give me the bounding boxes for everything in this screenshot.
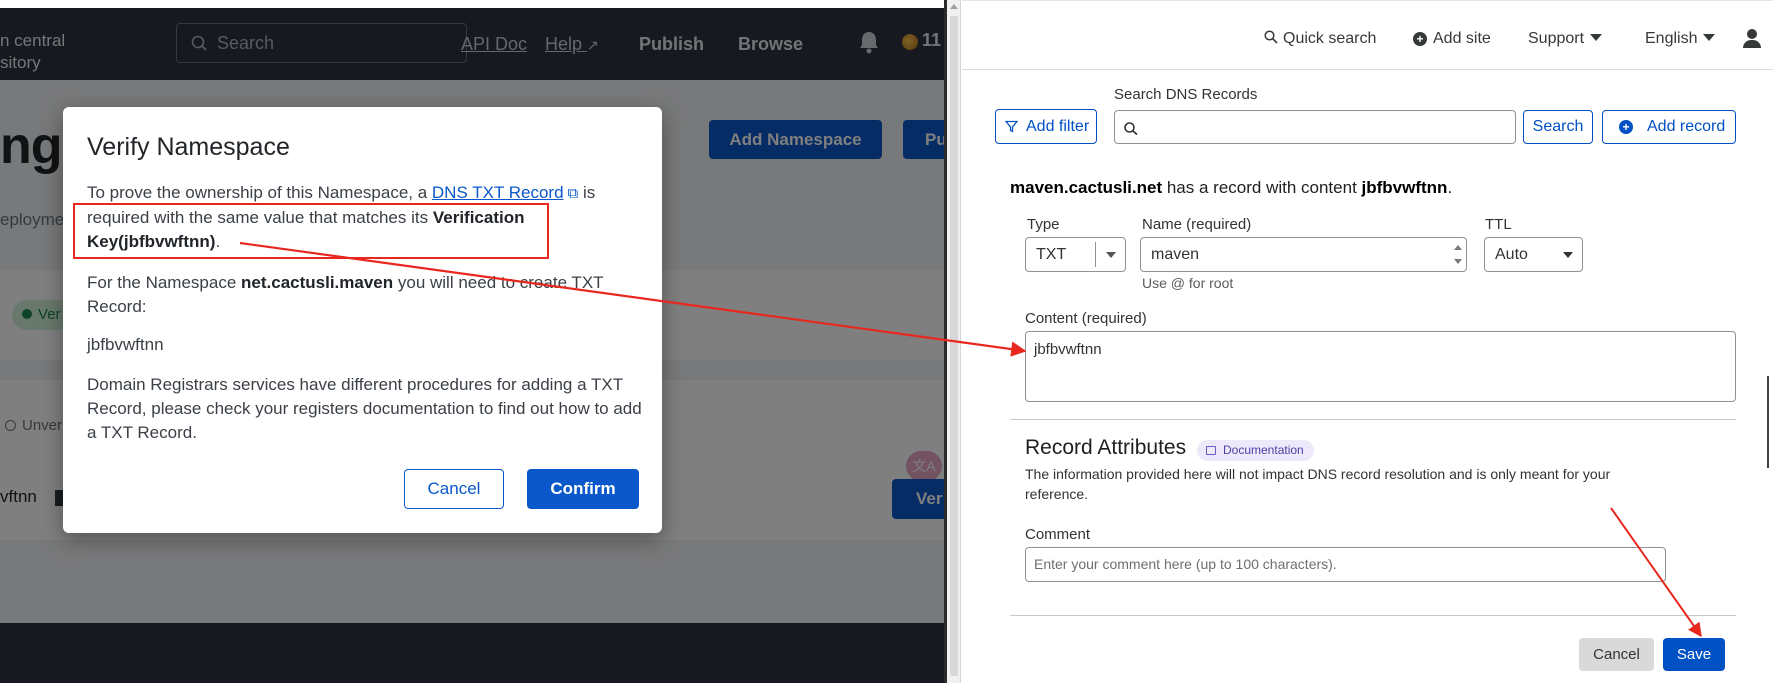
quick-search-label: Quick search [1283,30,1377,47]
record-save-button[interactable]: Save [1663,638,1725,671]
chevron-down-icon [1590,34,1603,41]
filter-icon [1005,120,1018,133]
section-divider [1010,419,1736,420]
scrollbar-thumb[interactable] [950,16,958,676]
right-edge-marker [1767,376,1769,468]
ttl-value: Auto [1495,246,1528,263]
summary-mid: has a record with content [1162,178,1362,197]
summary-end: . [1447,178,1453,197]
add-site-button[interactable]: + Add site [1413,29,1491,49]
add-filter-label: Add filter [1026,118,1090,135]
maven-central-window: n central sitory Search API Doc Help ↗ P… [0,0,945,683]
external-link-icon[interactable]: ⧉ [568,182,579,206]
dns-search-button[interactable]: Search [1523,110,1593,144]
record-attributes-title: Record Attributes [1025,436,1187,459]
name-label: Name (required) [1142,216,1252,233]
p1-pre: To prove the ownership of this Namespace… [87,183,432,202]
type-value: TXT [1036,246,1067,263]
comment-label: Comment [1025,526,1091,543]
left-scrollbar[interactable] [947,0,961,683]
chevron-down-icon [1563,252,1573,258]
dns-search-input[interactable] [1114,110,1516,144]
cloudflare-header: Quick search + Add site Support English [962,0,1773,70]
chevron-down-icon [1106,252,1116,258]
section-divider [1010,615,1736,616]
verification-key-value: jbfbvwftnn [87,335,164,354]
ttl-label: TTL [1485,216,1512,233]
search-dns-label: Search DNS Records [1114,86,1258,103]
record-attributes-description: The information provided here will not i… [1025,466,1611,502]
type-label: Type [1027,216,1060,233]
add-record-button[interactable]: + Add record [1602,110,1736,144]
documentation-label: Documentation [1223,443,1304,457]
support-menu[interactable]: Support [1528,29,1603,49]
quick-search-button[interactable]: Quick search [1264,29,1376,49]
spinner-down-icon[interactable] [1454,259,1462,264]
record-cancel-button[interactable]: Cancel [1579,638,1654,671]
plus-circle-icon: + [1413,32,1427,46]
language-label: English [1645,30,1698,47]
chevron-down-icon [1703,34,1716,41]
select-divider [1095,242,1096,267]
language-menu[interactable]: English [1645,29,1716,49]
modal-title: Verify Namespace [87,133,290,161]
content-label: Content (required) [1025,310,1147,327]
user-icon-head [1747,29,1757,39]
summary-content: jbfbvwftnn [1361,178,1448,197]
dns-txt-record-link[interactable]: DNS TXT Record [432,183,564,202]
modal-paragraph-registrars: Domain Registrars services have differen… [87,375,642,442]
modal-confirm-button[interactable]: Confirm [527,469,639,509]
summary-domain: maven.cactusli.net [1010,178,1163,197]
scroll-up-arrow-icon[interactable] [950,4,958,9]
support-label: Support [1528,30,1585,47]
plus-circle-icon: + [1619,120,1633,134]
modal-paragraph-namespace: For the Namespace net.cactusli.maven you… [87,271,642,319]
p2-pre: For the Namespace [87,273,242,292]
add-record-label: Add record [1647,118,1726,135]
documentation-badge[interactable]: Documentation [1197,440,1314,461]
comment-input[interactable]: Enter your comment here (up to 100 chara… [1025,547,1666,582]
ttl-select[interactable]: Auto [1484,237,1583,272]
window-top-strip [0,0,945,8]
modal-cancel-button[interactable]: Cancel [404,469,504,509]
search-icon [1124,122,1138,135]
verify-namespace-modal: Verify Namespace To prove the ownership … [63,107,662,533]
name-value: maven [1151,246,1200,263]
search-icon [1264,30,1278,44]
type-select[interactable]: TXT [1025,237,1126,272]
book-icon [1206,446,1216,455]
record-summary: maven.cactusli.net has a record with con… [1010,178,1452,198]
add-site-label: Add site [1433,30,1491,47]
name-input[interactable]: maven [1140,237,1467,272]
namespace-name: net.cactusli.maven [241,273,394,292]
cloudflare-dns-window: Quick search + Add site Support English S… [962,0,1773,683]
user-icon-body [1743,40,1761,48]
annotation-highlight-box [73,203,549,259]
spinner-icon[interactable] [1452,240,1464,269]
spinner-up-icon[interactable] [1454,245,1462,250]
user-icon[interactable] [1742,29,1762,49]
add-filter-button[interactable]: Add filter [995,109,1097,144]
content-textarea[interactable]: jbfbvwftnn [1025,331,1736,402]
name-hint: Use @ for root [1142,275,1234,291]
